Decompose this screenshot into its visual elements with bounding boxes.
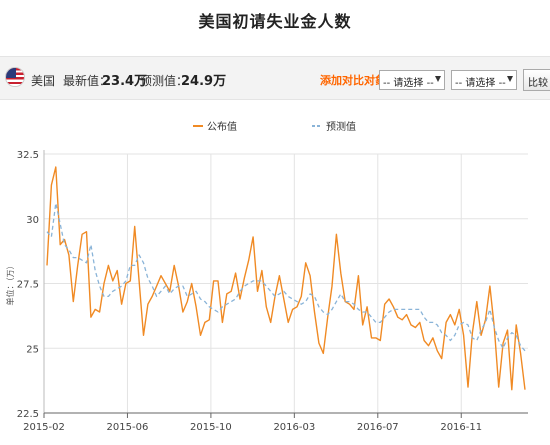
- y-axis-label: 单位：（万）: [5, 262, 15, 306]
- compare-select-1[interactable]: -- 请选择 --: [379, 70, 445, 90]
- forecast-value: 24.9万: [181, 74, 227, 89]
- compare-button[interactable]: 比较: [523, 69, 550, 91]
- x-tick-label: 2016-07: [357, 422, 399, 433]
- chevron-down-icon: [435, 76, 441, 82]
- x-tick-label: 2015-02: [23, 422, 65, 433]
- y-tick-label: 30: [26, 215, 39, 226]
- chart-series: [46, 166, 526, 391]
- compare-select-2-value: -- 请选择 --: [455, 78, 506, 89]
- compare-select-2[interactable]: -- 请选择 --: [451, 70, 517, 90]
- chart-ticks: 22.5 25 27.5 30 32.5 2015-02 2015-06 2015-10 201…: [5, 150, 482, 433]
- x-tick-label: 2016-03: [273, 422, 315, 433]
- y-tick-label: 25: [26, 344, 39, 355]
- country-label: 美国: [31, 74, 56, 88]
- chevron-down-icon: [507, 76, 513, 82]
- chart-grid: [43, 153, 528, 414]
- x-tick-label: 2015-10: [190, 422, 232, 433]
- line-chart: 公布值 预测值 22.5 25 27.5 30 32.5 2015-02 2015-06 201…: [5, 120, 528, 433]
- y-tick-label: 27.5: [17, 280, 39, 291]
- legend-label: 预测值: [326, 120, 356, 133]
- compare-select-1-value: -- 请选择 --: [383, 78, 434, 89]
- indicator-toolbar: 美国 最新值： 23.4万 预测值： 24.9万 添加对比对象： -- 请选择 …: [0, 56, 550, 100]
- y-tick-label: 22.5: [17, 409, 39, 420]
- legend-label: 公布值: [207, 120, 237, 133]
- x-tick-label: 2016-11: [440, 422, 482, 433]
- page-title: 美国初请失业金人数: [198, 12, 352, 31]
- chart-legend: 公布值 预测值: [193, 120, 356, 133]
- x-tick-label: 2015-06: [107, 422, 149, 433]
- y-tick-label: 32.5: [17, 150, 39, 161]
- series-line-actual: [46, 166, 526, 391]
- us-flag-icon: [5, 67, 25, 87]
